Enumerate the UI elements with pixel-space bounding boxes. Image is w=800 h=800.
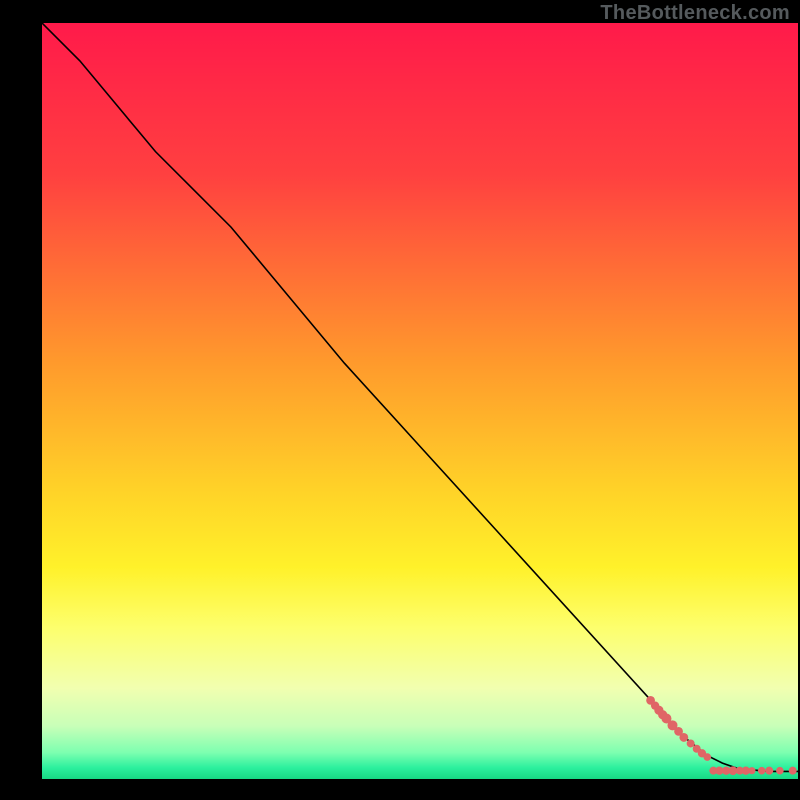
chart-svg (42, 23, 798, 779)
watermark-text: TheBottleneck.com (600, 2, 790, 25)
data-point (776, 767, 784, 775)
data-point (748, 767, 755, 774)
gradient-background (42, 23, 798, 779)
data-point (765, 767, 773, 775)
data-point (687, 739, 695, 747)
data-point (679, 733, 688, 742)
data-point (703, 753, 711, 761)
data-point (789, 767, 797, 775)
data-point (758, 767, 766, 775)
chart-container: TheBottleneck.com (0, 0, 800, 800)
